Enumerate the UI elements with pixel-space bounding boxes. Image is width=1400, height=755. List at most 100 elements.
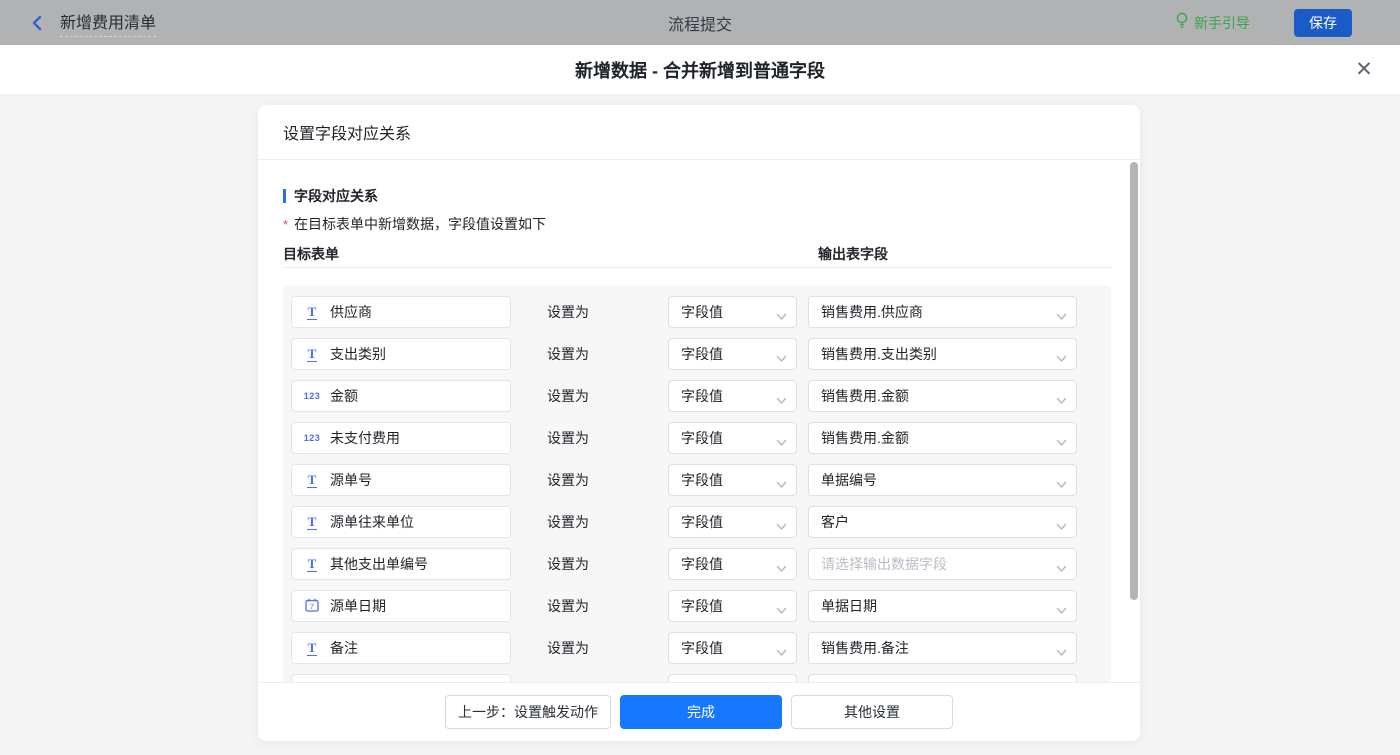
- target-field-box: T 源单往来单位: [291, 506, 511, 538]
- output-field-select[interactable]: 单据编号: [808, 464, 1077, 496]
- value-mode-selected: 字段值: [681, 388, 723, 404]
- output-field-selected: 客户: [821, 514, 849, 530]
- value-mode-select[interactable]: 字段值: [668, 548, 797, 580]
- dialog-header: 新增数据 - 合并新增到普通字段 ✕: [0, 45, 1400, 95]
- chevron-down-icon: [776, 518, 787, 534]
- required-note-text: 在目标表单中新增数据，字段值设置如下: [294, 216, 547, 232]
- target-field-label: 供应商: [330, 304, 372, 320]
- field-type-icon: T: [304, 557, 320, 572]
- section-title: 字段对应关系: [283, 186, 378, 206]
- field-type-icon: 7: [304, 598, 320, 615]
- output-field-select[interactable]: 销售费用.支出类别: [808, 338, 1077, 370]
- output-field-select[interactable]: 销售费用.供应商: [808, 296, 1077, 328]
- field-mapping-row: T 其他支出单编号 设置为 字段值 请选择输出数据字段: [283, 548, 1111, 580]
- field-mapping-row: T 支出类别 设置为 字段值 销售费用.支出类别: [283, 338, 1111, 370]
- field-type-icon: T: [304, 473, 320, 488]
- target-field-label: 金额: [330, 388, 358, 404]
- output-field-select[interactable]: 销售费用.金额: [808, 422, 1077, 454]
- field-type-icon: 123: [304, 433, 320, 443]
- field-mapping-row: 7 源单日期 设置为 字段值 单据日期: [283, 590, 1111, 622]
- target-field-box: T 其他支出单编号: [291, 548, 511, 580]
- field-mapping-row: T 源单往来单位 设置为 字段值 客户: [283, 506, 1111, 538]
- output-field-selected: 销售费用.供应商: [821, 304, 923, 320]
- set-as-label: 设置为: [547, 346, 589, 362]
- output-field-select[interactable]: [808, 674, 1077, 682]
- set-as-label: 设置为: [547, 304, 589, 320]
- chevron-down-icon: [1056, 392, 1067, 408]
- field-type-icon: T: [304, 641, 320, 656]
- field-type-icon: 123: [304, 391, 320, 401]
- number-field-icon: 123: [303, 391, 321, 401]
- value-mode-selected: 字段值: [681, 556, 723, 572]
- chevron-down-icon: [1056, 518, 1067, 534]
- output-field-selected: 单据日期: [821, 598, 877, 614]
- chevron-down-icon: [776, 476, 787, 492]
- target-field-box: T 支出类别: [291, 338, 511, 370]
- set-as-label: 设置为: [547, 598, 589, 614]
- value-mode-select[interactable]: 字段值: [668, 380, 797, 412]
- text-field-icon: T: [306, 345, 318, 362]
- save-button[interactable]: 保存: [1294, 8, 1352, 37]
- column-header-target-form: 目标表单: [283, 246, 339, 262]
- svg-text:7: 7: [310, 604, 314, 611]
- beginner-guide-link[interactable]: 新手引导: [1175, 12, 1250, 34]
- output-field-select[interactable]: 客户: [808, 506, 1077, 538]
- target-field-label: 未支付费用: [330, 430, 400, 446]
- chevron-down-icon: [1056, 308, 1067, 324]
- chevron-down-icon: [1056, 434, 1067, 450]
- value-mode-selected: 字段值: [681, 304, 723, 320]
- required-note: * 在目标表单中新增数据，字段值设置如下: [283, 214, 546, 234]
- field-type-icon: T: [304, 305, 320, 320]
- output-field-selected: 销售费用.金额: [821, 430, 909, 446]
- value-mode-select[interactable]: 字段值: [668, 338, 797, 370]
- target-field-label: 源单日期: [330, 598, 386, 614]
- calendar-field-icon: 7: [305, 598, 319, 615]
- finish-button[interactable]: 完成: [620, 695, 782, 729]
- chevron-down-icon: [776, 602, 787, 618]
- text-field-icon: T: [306, 513, 318, 530]
- set-as-label: 设置为: [547, 430, 589, 446]
- set-as-label: 设置为: [547, 556, 589, 572]
- chevron-down-icon: [776, 644, 787, 660]
- header-divider: [283, 267, 1111, 268]
- target-field-box: T 备注: [291, 632, 511, 664]
- value-mode-selected: 字段值: [681, 640, 723, 656]
- set-as-label: 设置为: [547, 472, 589, 488]
- output-field-select[interactable]: 单据日期: [808, 590, 1077, 622]
- target-field-box: 123 金额: [291, 380, 511, 412]
- target-field-label: 源单号: [330, 472, 372, 488]
- output-field-selected: 销售费用.支出类别: [821, 346, 937, 362]
- value-mode-select[interactable]: 字段值: [668, 296, 797, 328]
- value-mode-select[interactable]: 字段值: [668, 590, 797, 622]
- output-field-select[interactable]: 销售费用.金额: [808, 380, 1077, 412]
- chevron-down-icon: [776, 350, 787, 366]
- value-mode-select[interactable]: 字段值: [668, 632, 797, 664]
- output-field-select[interactable]: 销售费用.备注: [808, 632, 1077, 664]
- output-field-selected: 请选择输出数据字段: [821, 556, 947, 572]
- other-settings-button[interactable]: 其他设置: [791, 695, 953, 729]
- value-mode-selected: 字段值: [681, 598, 723, 614]
- field-mapping-row: T 源单号 设置为 字段值 单据编号: [283, 464, 1111, 496]
- chevron-down-icon: [1056, 644, 1067, 660]
- value-mode-selected: 字段值: [681, 514, 723, 530]
- column-header-output-field: 输出表字段: [818, 246, 888, 262]
- required-asterisk: *: [283, 217, 289, 232]
- close-icon[interactable]: ✕: [1352, 58, 1376, 82]
- chevron-down-icon: [1056, 560, 1067, 576]
- output-field-select[interactable]: 请选择输出数据字段: [808, 548, 1077, 580]
- previous-step-button[interactable]: 上一步：设置触发动作: [445, 695, 611, 729]
- field-mapping-row: T 供应商 设置为 字段值 销售费用.供应商: [283, 296, 1111, 328]
- target-field-label: 支出类别: [330, 346, 386, 362]
- value-mode-select[interactable]: [668, 674, 797, 682]
- value-mode-select[interactable]: 字段值: [668, 506, 797, 538]
- set-as-label: 设置为: [547, 514, 589, 530]
- card-footer: 上一步：设置触发动作 完成 其他设置: [258, 682, 1140, 741]
- value-mode-select[interactable]: 字段值: [668, 464, 797, 496]
- output-field-selected: 销售费用.金额: [821, 388, 909, 404]
- chevron-down-icon: [776, 392, 787, 408]
- value-mode-select[interactable]: 字段值: [668, 422, 797, 454]
- vertical-scrollbar-thumb[interactable]: [1130, 162, 1138, 600]
- card-header: 设置字段对应关系: [258, 105, 1140, 160]
- target-field-box: T 供应商: [291, 296, 511, 328]
- top-navbar: 新增费用清单 流程提交 新手引导 保存: [0, 0, 1400, 45]
